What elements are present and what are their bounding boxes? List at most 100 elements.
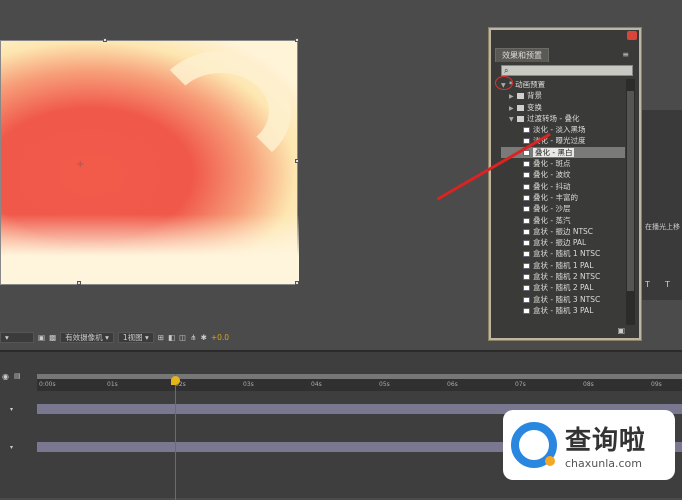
preset-icon — [523, 161, 530, 168]
folder-icon — [517, 115, 524, 122]
layer-handle[interactable] — [103, 38, 107, 42]
time-tick-label: 0:00s — [39, 381, 56, 388]
layer-handle[interactable] — [295, 38, 299, 42]
preset-list-item[interactable]: 叠化 - 波纹 — [501, 169, 625, 180]
exposure-icon[interactable]: ✱ — [201, 333, 207, 342]
preset-list-item[interactable]: 淡化 - 曝光过度 — [501, 135, 625, 146]
preset-icon — [523, 285, 530, 292]
menu-icon[interactable]: ≡ — [622, 50, 629, 59]
scrollbar-thumb[interactable] — [627, 91, 634, 291]
close-button[interactable] — [627, 31, 637, 40]
preset-list-item[interactable]: 盒状 - 随机 3 NTSC — [501, 294, 625, 305]
time-tick-label: 03s — [243, 381, 254, 388]
preset-list-item[interactable]: 盒状 - 随机 2 NTSC — [501, 271, 625, 282]
preset-icon — [523, 262, 530, 269]
preset-list-item[interactable]: 盒状 - 随机 3 PAL — [501, 305, 625, 316]
tab-effects-presets[interactable]: 效果和预置 — [495, 48, 549, 62]
transparency-grid-icon[interactable]: ▩ — [49, 333, 56, 342]
preset-icon — [523, 274, 530, 281]
preset-label: 叠化 - 黑白 — [533, 147, 575, 157]
image-flame — [1, 214, 299, 284]
preset-list-item[interactable]: 叠化 - 斑点 — [501, 158, 625, 169]
text-tool-icon[interactable]: T — [645, 280, 650, 289]
time-ruler[interactable]: 0:00s 01s 02s 03s 04s 05s 06s 07s 08s 09s — [37, 374, 682, 391]
folder-icon — [517, 93, 524, 100]
preset-list-item[interactable]: 盒状 - 随机 1 PAL — [501, 260, 625, 271]
watermark-logo: 查询啦 chaxunla.com — [503, 410, 675, 480]
preset-icon — [523, 172, 530, 179]
effects-presets-panel: 效果和预置 ≡ ⌕ ▼ * 动画预置 ▶ 背景 ▶ 变换 ▼ 过渡转场 - 叠化 淡化 - 淡入… — [488, 27, 642, 341]
preset-label: 盒状 - 振边 NTSC — [533, 226, 594, 236]
text-tool-icon[interactable]: T — [665, 280, 670, 289]
grid-icon[interactable]: ⊞ — [158, 333, 164, 342]
logo-url: chaxunla.com — [565, 457, 642, 470]
preset-label: 盒状 - 随机 3 PAL — [533, 305, 594, 315]
channel-icon[interactable]: ◫ — [179, 333, 186, 342]
snapshot-icon[interactable]: ◧ — [168, 333, 175, 342]
playhead[interactable] — [171, 376, 180, 385]
layer-handle[interactable] — [77, 281, 81, 285]
preset-list-item[interactable]: 盒状 - 振边 NTSC — [501, 226, 625, 237]
preset-label: 盒状 - 随机 3 NTSC — [533, 294, 601, 304]
expand-icon[interactable]: ▾ — [10, 406, 13, 413]
preset-label: 叠化 - 波纹 — [533, 170, 571, 180]
preset-list-item[interactable]: ▶ 背景 — [501, 90, 625, 101]
search-input[interactable]: ⌕ — [501, 65, 633, 76]
visibility-icon[interactable]: ◉ — [2, 372, 9, 381]
layer-handle[interactable] — [295, 159, 299, 163]
preset-icon — [523, 217, 530, 224]
anchor-point-icon: + — [76, 159, 85, 170]
flowchart-icon[interactable]: ⋔ — [190, 333, 196, 342]
preset-icon — [523, 228, 530, 235]
preset-list-item[interactable]: ▶ 变换 — [501, 102, 625, 113]
scrollbar[interactable] — [626, 79, 635, 325]
annotation-circle — [495, 76, 513, 90]
preset-icon — [523, 307, 530, 314]
camera-label: 有效摄像机 — [65, 332, 103, 342]
preset-label: 变换 — [527, 102, 542, 112]
right-panel-text: 在播光上移 — [645, 223, 680, 231]
preset-list-item[interactable]: 叠化 - 抖动 — [501, 181, 625, 192]
exposure-value[interactable]: +0.0 — [211, 333, 229, 342]
preset-list-item[interactable]: 叠化 - 蒸汽 — [501, 215, 625, 226]
new-preset-icon[interactable]: ▣ — [617, 326, 625, 335]
preset-list-item[interactable]: 叠化 - 丰富的 — [501, 192, 625, 203]
view-dropdown[interactable]: 1视图 ▾ — [117, 331, 154, 343]
expand-icon[interactable]: ▾ — [10, 444, 13, 451]
preset-label: 淡化 - 淡入黑场 — [533, 125, 586, 135]
region-icon[interactable]: ▣ — [38, 333, 45, 342]
preset-list-item[interactable]: 盒状 - 随机 2 PAL — [501, 282, 625, 293]
time-tick-label: 06s — [447, 381, 458, 388]
preset-label: 叠化 - 蒸汽 — [533, 215, 571, 225]
time-tick-label: 05s — [379, 381, 390, 388]
preset-icon — [523, 127, 530, 134]
preset-label: 叠化 - 抖动 — [533, 181, 571, 191]
preset-label: 背景 — [527, 91, 542, 101]
preset-label: 叠化 - 沙层 — [533, 204, 571, 214]
preset-list-item[interactable]: ▼ 过渡转场 - 叠化 — [501, 113, 625, 124]
preset-label: 盒状 - 振边 PAL — [533, 238, 587, 248]
image-swirl — [151, 51, 291, 171]
draft-icon[interactable]: ▤ — [14, 372, 21, 380]
preset-label: 盒状 - 随机 2 NTSC — [533, 272, 601, 282]
composition-viewer[interactable]: + — [0, 38, 299, 285]
folder-icon — [517, 104, 524, 111]
viewer-toolbar: ▾ ▣ ▩ 有效摄像机 ▾ 1视图 ▾ ⊞ ◧ ◫ ⋔ ✱ +0.0 — [0, 330, 490, 344]
layer-handle[interactable] — [295, 281, 299, 285]
preset-icon — [523, 206, 530, 213]
view-label: 1视图 — [122, 332, 143, 342]
preset-label: 过渡转场 - 叠化 — [527, 113, 580, 123]
resolution-dropdown[interactable]: ▾ — [0, 331, 34, 343]
preset-icon — [523, 240, 530, 247]
preset-icon — [523, 194, 530, 201]
preset-list-item[interactable]: 盒状 - 随机 1 NTSC — [501, 248, 625, 259]
time-tick-label: 04s — [311, 381, 322, 388]
logo-name: 查询啦 — [565, 426, 647, 456]
preset-list-item[interactable]: ▼ * 动画预置 — [501, 79, 625, 90]
preset-list-item[interactable]: 叠化 - 沙层 — [501, 203, 625, 214]
preset-list-item[interactable]: 淡化 - 淡入黑场 — [501, 124, 625, 135]
camera-dropdown[interactable]: 有效摄像机 ▾ — [60, 331, 114, 343]
preset-list-item[interactable]: 盒状 - 振边 PAL — [501, 237, 625, 248]
preset-label: 盒状 - 随机 2 PAL — [533, 283, 594, 293]
current-time-indicator[interactable] — [171, 374, 180, 500]
